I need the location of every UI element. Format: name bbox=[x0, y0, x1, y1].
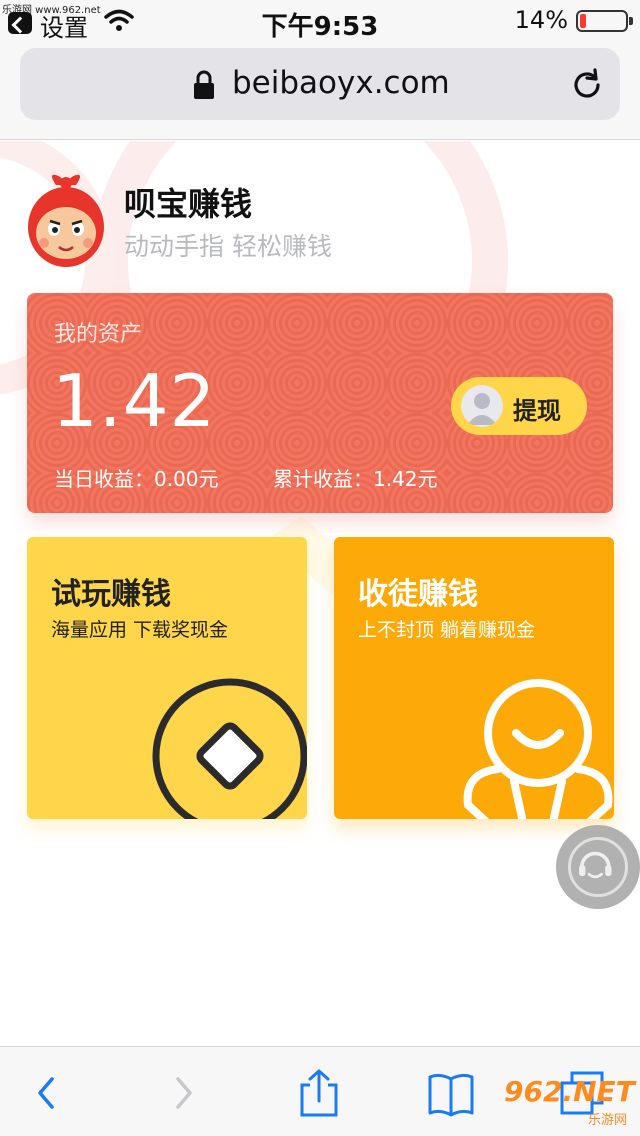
today-earnings: 当日收益：0.00元 bbox=[54, 467, 219, 491]
battery-level bbox=[580, 14, 586, 28]
asset-card: 我的资产 1.42 提现 当日收益：0.00元 累计收益：1.42元 bbox=[27, 293, 613, 513]
share-icon[interactable] bbox=[294, 1069, 344, 1117]
recruit-earn-title: 收徒赚钱 bbox=[358, 577, 478, 612]
browser-address-area: beibaoyx.com bbox=[0, 40, 640, 140]
status-bar: 乐游网 www.962.net 设置 下午9:53 14% bbox=[0, 0, 640, 42]
customer-service-button[interactable] bbox=[556, 825, 640, 909]
reload-icon[interactable] bbox=[570, 68, 604, 102]
person-icon bbox=[463, 679, 613, 819]
battery-icon bbox=[576, 10, 633, 32]
app-logo-icon bbox=[28, 174, 104, 267]
url-text[interactable]: beibaoyx.com bbox=[232, 65, 450, 101]
avatar-icon bbox=[461, 385, 503, 427]
watermark-logo: 962.NET bbox=[504, 1075, 635, 1108]
lock-icon bbox=[194, 70, 214, 99]
recruit-earn-subtitle: 上不封顶 躺着赚现金 bbox=[358, 619, 536, 641]
coin-icon bbox=[152, 678, 307, 819]
app-title: 呗宝赚钱 bbox=[124, 185, 253, 223]
forward-icon[interactable] bbox=[156, 1069, 206, 1117]
browser-toolbar: 962.NET 乐游网 bbox=[0, 1046, 640, 1136]
battery-percent: 14% bbox=[514, 6, 568, 34]
withdraw-button[interactable]: 提现 bbox=[451, 377, 587, 435]
withdraw-label: 提现 bbox=[513, 397, 561, 425]
watermark-subtitle: 乐游网 bbox=[588, 1113, 628, 1128]
recruit-earn-card[interactable]: 收徒赚钱 上不封顶 躺着赚现金 bbox=[334, 537, 614, 819]
customer-service-icon bbox=[568, 837, 628, 897]
try-earn-title: 试玩赚钱 bbox=[51, 577, 171, 612]
asset-label: 我的资产 bbox=[54, 322, 143, 347]
try-earn-card[interactable]: 试玩赚钱 海量应用 下载奖现金 bbox=[27, 537, 307, 819]
address-bar[interactable]: beibaoyx.com bbox=[20, 48, 620, 120]
try-earn-subtitle: 海量应用 下载奖现金 bbox=[51, 619, 229, 641]
bookmarks-icon[interactable] bbox=[426, 1069, 476, 1117]
web-page: 呗宝赚钱 动动手指 轻松赚钱 我的资产 1.42 提现 当日收益：0.00元 累… bbox=[0, 141, 640, 1046]
total-earnings: 累计收益：1.42元 bbox=[273, 467, 438, 491]
asset-amount: 1.42 bbox=[52, 359, 217, 443]
app-slogan: 动动手指 轻松赚钱 bbox=[124, 232, 332, 261]
back-icon[interactable] bbox=[24, 1069, 74, 1117]
